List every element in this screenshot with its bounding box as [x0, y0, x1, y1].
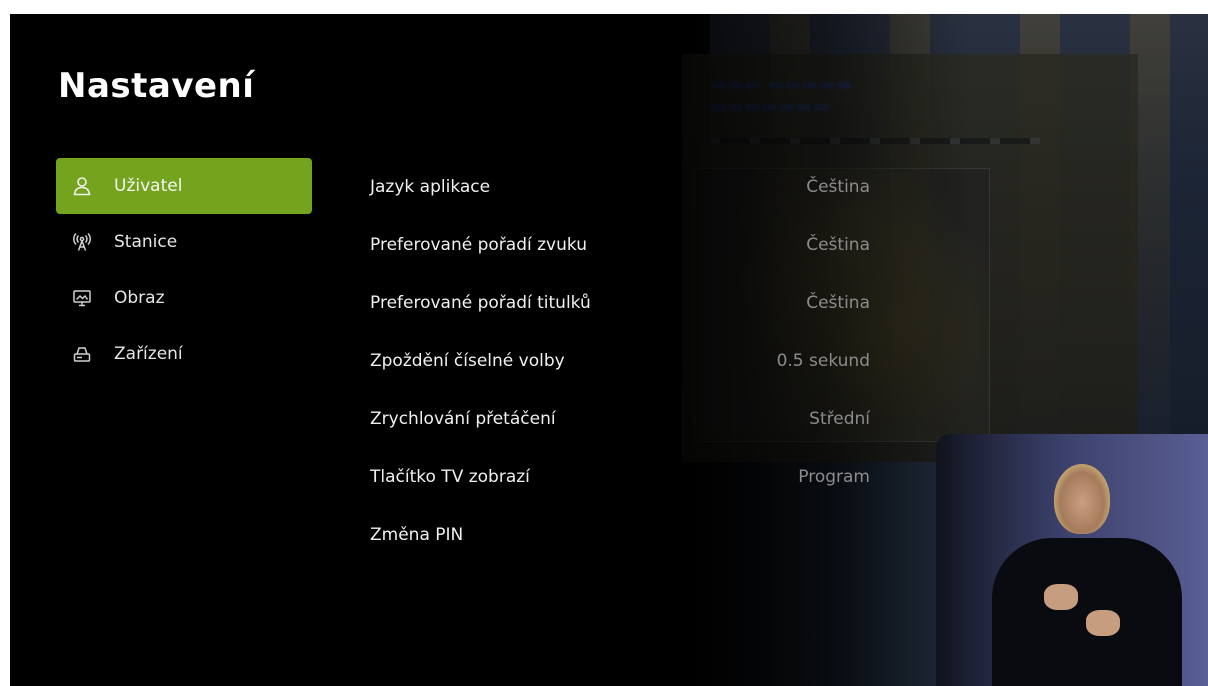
sidebar-item-label: Uživatel	[114, 176, 183, 196]
sign-language-interpreter	[936, 434, 1208, 686]
setting-label: Změna PIN	[370, 525, 464, 545]
page-title: Nastavení	[58, 66, 255, 106]
setting-label: Preferované pořadí titulků	[370, 293, 591, 313]
setting-row-change-pin[interactable]: Změna PIN	[370, 506, 870, 564]
sidebar-item-zarizeni[interactable]: Zařízení	[56, 326, 312, 382]
setting-row-audio-order[interactable]: Preferované pořadí zvuku Čeština	[370, 216, 870, 274]
setting-row-subtitle-order[interactable]: Preferované pořadí titulků Čeština	[370, 274, 870, 332]
user-icon	[72, 176, 92, 196]
setting-label: Preferované pořadí zvuku	[370, 235, 587, 255]
setting-value: Čeština	[806, 235, 870, 255]
sidebar-item-uzivatel[interactable]: Uživatel	[56, 158, 312, 214]
setting-value: 0.5 sekund	[776, 351, 870, 371]
setting-value: Střední	[809, 409, 870, 429]
sidebar-item-label: Stanice	[114, 232, 178, 252]
interpreter-hand	[1044, 584, 1078, 610]
setting-row-app-language[interactable]: Jazyk aplikace Čeština	[370, 158, 870, 216]
sidebar-item-obraz[interactable]: Obraz	[56, 270, 312, 326]
interpreter-hand	[1086, 610, 1120, 636]
setting-row-tv-button[interactable]: Tlačítko TV zobrazí Program	[370, 448, 870, 506]
setting-value: Program	[798, 467, 870, 487]
monitor-icon	[72, 288, 92, 308]
setting-label: Jazyk aplikace	[370, 177, 491, 197]
sidebar-item-stanice[interactable]: Stanice	[56, 214, 312, 270]
settings-list: Jazyk aplikace Čeština Preferované pořad…	[370, 158, 870, 564]
tv-screen: ▬▬▬ ▬▬▬▬▬▬▬▬▬▬▬▬ Nastavení Uživatel	[10, 14, 1208, 686]
interpreter-body	[992, 538, 1182, 686]
setting-row-number-delay[interactable]: Zpoždění číselné volby 0.5 sekund	[370, 332, 870, 390]
device-icon	[72, 344, 92, 364]
antenna-icon	[72, 232, 92, 252]
setting-value: Čeština	[806, 177, 870, 197]
interpreter-head	[1054, 464, 1110, 534]
setting-label: Zpoždění číselné volby	[370, 351, 565, 371]
setting-label: Zrychlování přetáčení	[370, 409, 556, 429]
setting-value: Čeština	[806, 293, 870, 313]
sidebar-item-label: Obraz	[114, 288, 165, 308]
setting-row-seek-speed[interactable]: Zrychlování přetáčení Střední	[370, 390, 870, 448]
settings-sidebar: Uživatel Stanice Obraz Zařízení	[56, 158, 312, 382]
sidebar-item-label: Zařízení	[114, 344, 183, 364]
setting-label: Tlačítko TV zobrazí	[370, 467, 530, 487]
